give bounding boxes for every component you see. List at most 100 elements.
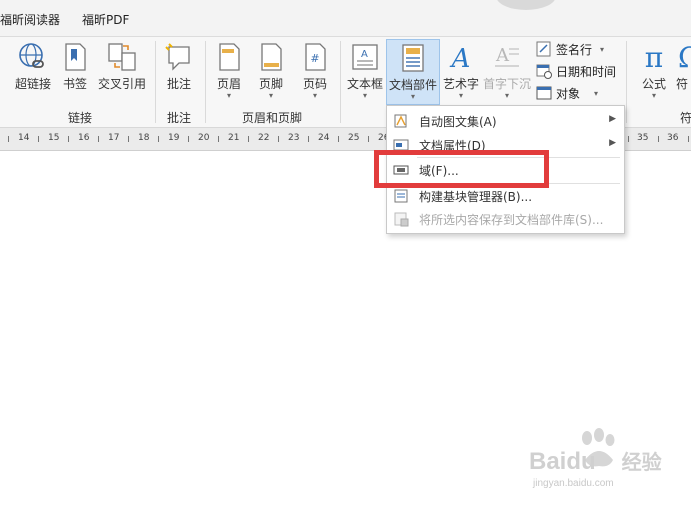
ruler-tick xyxy=(8,136,9,142)
signature-line-button[interactable]: 签名行 ▾ xyxy=(536,39,604,59)
menu-item-label: 构建基块管理器(B)... xyxy=(419,190,533,204)
object-label: 对象 xyxy=(556,86,581,101)
chevron-down-icon: ▾ xyxy=(504,91,509,100)
date-time-label: 日期和时间 xyxy=(556,64,617,79)
drop-cap-button[interactable]: A 首字下沉 ▾ xyxy=(482,39,532,103)
footer-label: 页脚 xyxy=(258,77,283,91)
signature-line-label: 签名行 xyxy=(556,42,593,57)
ruler-number: 16 xyxy=(78,133,90,143)
chevron-down-icon: ▾ xyxy=(458,91,463,100)
ruler-number: 24 xyxy=(318,133,330,143)
tab-foxit-reader[interactable]: 福昕阅读器 xyxy=(0,11,60,28)
menu-item-autotext[interactable]: 自动图文集(A) ▶ xyxy=(387,109,624,133)
chevron-down-icon: ▾ xyxy=(594,88,599,98)
date-time-button[interactable]: 日期和时间 xyxy=(536,61,616,81)
ruler-tick xyxy=(68,136,69,142)
ruler-number: 25 xyxy=(348,133,360,143)
ruler-tick xyxy=(628,136,629,142)
ruler-number: 19 xyxy=(168,133,180,143)
ruler-tick xyxy=(658,136,659,142)
chevron-down-icon: ▾ xyxy=(312,91,317,100)
ruler-tick xyxy=(188,136,189,142)
wordart-label: 艺术字 xyxy=(442,77,479,91)
header-icon xyxy=(219,43,240,71)
header-label: 页眉 xyxy=(216,77,241,91)
bookmark-button[interactable]: 书签 xyxy=(60,39,90,103)
menu-item-save-selection-to-gallery[interactable]: 将所选内容保存到文档部件库(S)... xyxy=(387,207,624,231)
comment-icon xyxy=(165,43,190,71)
comment-button[interactable]: 批注 xyxy=(160,39,198,103)
drop-cap-icon: A xyxy=(495,45,519,67)
ruler-number: 23 xyxy=(288,133,300,143)
menu-item-label: 自动图文集(A) xyxy=(419,115,497,129)
ruler-number: 17 xyxy=(108,133,120,143)
watermark-url: jingyan.baidu.com xyxy=(533,478,614,489)
equation-button[interactable]: π 公式 ▾ xyxy=(634,39,674,103)
chevron-down-icon: ▾ xyxy=(410,92,415,101)
globe-link-icon xyxy=(19,43,44,68)
ruler-tick xyxy=(218,136,219,142)
bookmark-icon xyxy=(65,43,86,71)
header-button[interactable]: 页眉 ▾ xyxy=(212,39,246,103)
calendar-clock-icon xyxy=(536,64,552,79)
page-number-icon: # xyxy=(305,43,326,71)
group-divider xyxy=(340,41,341,123)
group-divider xyxy=(155,41,156,123)
quick-parts-label: 文档部件 xyxy=(388,78,437,92)
ruler-number: 35 xyxy=(637,133,649,143)
quick-parts-icon xyxy=(402,44,424,72)
ruler-tick xyxy=(158,136,159,142)
ruler-tick xyxy=(38,136,39,142)
wordart-button[interactable]: A 艺术字 ▾ xyxy=(442,39,480,103)
footer-button[interactable]: 页脚 ▾ xyxy=(254,39,288,103)
building-blocks-icon xyxy=(394,189,408,203)
ruler-tick xyxy=(248,136,249,142)
hyperlink-button[interactable]: 超链接 xyxy=(10,39,56,103)
object-button[interactable]: 对象 ▾ xyxy=(536,83,598,103)
baidu-watermark: Baidu 经验 jingyan.baidu.com xyxy=(529,428,689,498)
menu-item-label: 将所选内容保存到文档部件库(S)... xyxy=(419,213,604,227)
ruler-number: 22 xyxy=(258,133,270,143)
signature-line-icon xyxy=(536,41,551,57)
text-box-icon: A xyxy=(352,44,378,70)
group-divider xyxy=(626,41,627,123)
group-label-symbols: 符 xyxy=(680,111,691,125)
group-label-links: 链接 xyxy=(67,111,92,125)
save-to-gallery-icon xyxy=(394,212,409,227)
cross-reference-button[interactable]: 交叉引用 xyxy=(94,39,150,103)
symbol-label: 符 xyxy=(676,77,689,91)
bookmark-label: 书签 xyxy=(62,77,87,91)
omega-icon: Ω xyxy=(678,41,691,73)
group-label-header-footer: 页眉和页脚 xyxy=(241,111,302,125)
tab-foxit-pdf[interactable]: 福昕PDF xyxy=(82,11,129,28)
svg-text:π: π xyxy=(645,41,663,73)
text-box-button[interactable]: A 文本框 ▾ xyxy=(345,39,385,103)
page-number-button[interactable]: # 页码 ▾ xyxy=(298,39,332,103)
chevron-right-icon: ▶ xyxy=(609,114,616,124)
text-box-label: 文本框 xyxy=(346,77,383,91)
footer-icon xyxy=(261,43,282,71)
object-icon xyxy=(536,86,552,100)
chevron-down-icon: ▾ xyxy=(362,91,367,100)
pi-icon: π xyxy=(645,41,663,73)
chevron-down-icon: ▾ xyxy=(651,91,656,100)
hyperlink-label: 超链接 xyxy=(14,77,51,91)
cross-reference-icon xyxy=(108,43,136,71)
ruler-tick xyxy=(278,136,279,142)
top-tab-bar: 福昕阅读器 福昕PDF xyxy=(0,0,691,37)
svg-text:A: A xyxy=(361,49,368,60)
svg-text:A: A xyxy=(450,44,471,73)
watermark-brand: Baidu xyxy=(529,448,596,475)
ruler-tick xyxy=(338,136,339,142)
quick-parts-button[interactable]: 文档部件 ▾ xyxy=(386,39,440,105)
ruler-number: 21 xyxy=(228,133,240,143)
chevron-down-icon: ▾ xyxy=(226,91,231,100)
ruler-number: 20 xyxy=(198,133,210,143)
page-number-label: 页码 xyxy=(302,77,327,91)
ruler-tick xyxy=(308,136,309,142)
chevron-down-icon: ▾ xyxy=(600,44,605,54)
autotext-icon xyxy=(394,114,407,128)
svg-text:A: A xyxy=(495,45,510,66)
ruler-tick xyxy=(368,136,369,142)
symbol-button[interactable]: Ω 符 xyxy=(676,39,691,103)
